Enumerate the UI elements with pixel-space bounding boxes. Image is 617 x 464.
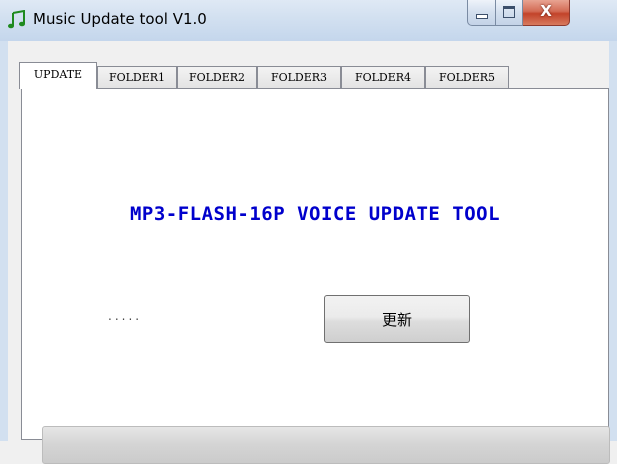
window-title: Music Update tool V1.0 (33, 10, 207, 28)
tab-folder3[interactable]: FOLDER3 (257, 66, 341, 88)
maximize-icon (503, 6, 515, 18)
progress-bar (42, 426, 610, 464)
tool-heading: MP3-FLASH-16P VOICE UPDATE TOOL (129, 203, 501, 225)
minimize-button[interactable] (467, 0, 496, 26)
tab-folder1[interactable]: FOLDER1 (97, 66, 177, 88)
title-bar[interactable]: Music Update tool V1.0 X (0, 0, 617, 41)
update-button[interactable]: 更新 (324, 295, 470, 343)
window-controls: X (467, 0, 570, 26)
window-frame-right (609, 41, 617, 441)
status-text: ..... (108, 309, 143, 323)
client-area: UPDATE FOLDER1 FOLDER2 FOLDER3 FOLDER4 F… (8, 41, 610, 464)
tab-update[interactable]: UPDATE (19, 62, 97, 89)
tab-folder4[interactable]: FOLDER4 (341, 66, 425, 88)
music-note-icon (8, 10, 25, 29)
tab-folder2[interactable]: FOLDER2 (177, 66, 257, 88)
close-button[interactable]: X (523, 0, 570, 26)
maximize-button[interactable] (496, 0, 523, 26)
update-tab-panel: MP3-FLASH-16P VOICE UPDATE TOOL ..... 更新 (21, 88, 610, 464)
window-frame-left (0, 41, 8, 441)
close-icon: X (540, 2, 552, 20)
minimize-icon (476, 14, 488, 19)
tab-folder5[interactable]: FOLDER5 (425, 66, 509, 88)
